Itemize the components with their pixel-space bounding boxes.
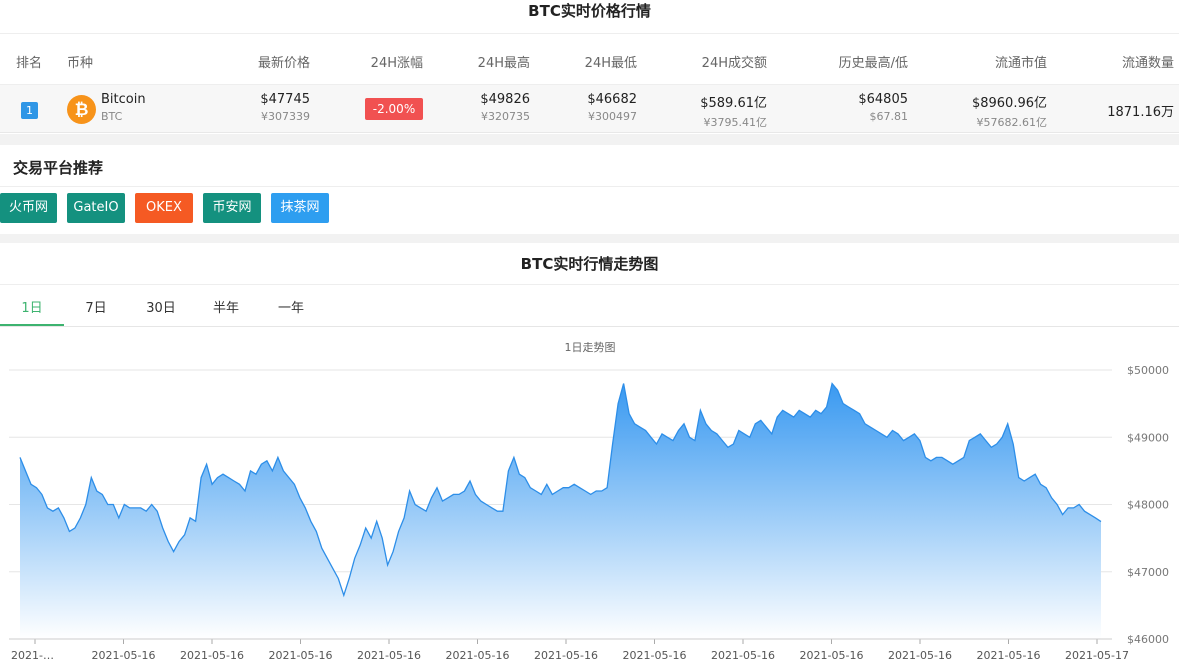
coin-symbol: BTC xyxy=(101,110,123,123)
price-trend-chart[interactable]: 1日走势图 $46000 $47000 $48000 $49000 $50000 202… xyxy=(0,330,1179,667)
x-tick-label: 2021-05-16 xyxy=(888,649,952,662)
volume-cell: $589.61亿 ¥3795.41亿 xyxy=(647,92,767,130)
atl-value: $67.81 xyxy=(869,110,909,123)
x-tick-label: 2021-… xyxy=(11,649,54,662)
x-tick-label: 2021-05-16 xyxy=(269,649,333,662)
tab-1d[interactable]: 1日 xyxy=(0,297,64,316)
y-tick-label: $47000 xyxy=(1127,566,1169,579)
coin-name-cell: Bitcoin BTC xyxy=(101,92,146,123)
header-high: 24H最高 xyxy=(477,56,530,71)
price-usd: $47745 xyxy=(260,92,310,107)
y-tick-label: $46000 xyxy=(1127,633,1169,646)
mcap-cny: ¥57682.61亿 xyxy=(976,116,1048,129)
y-tick-label: $49000 xyxy=(1127,431,1169,444)
exchange-section-title: 交易平台推荐 xyxy=(13,159,104,177)
table-header: 排名 币种 最新价格 24H涨幅 24H最高 24H最低 24H成交额 历史最高… xyxy=(0,33,1179,85)
volume-usd: $589.61亿 xyxy=(700,96,767,111)
x-tick-label: 2021-05-16 xyxy=(800,649,864,662)
exchange-button-binance[interactable]: 币安网 xyxy=(203,193,261,223)
price-cell: $47745 ¥307339 xyxy=(210,92,310,123)
volume-cny: ¥3795.41亿 xyxy=(703,116,768,129)
y-tick-label: $48000 xyxy=(1127,499,1169,512)
header-market-cap: 流通市值 xyxy=(994,56,1047,71)
low-cell: $46682 ¥300497 xyxy=(537,92,637,123)
exchange-button-huobi[interactable]: 火币网 xyxy=(0,193,57,223)
x-tick-label: 2021-05-16 xyxy=(357,649,421,662)
bitcoin-icon: ₿ xyxy=(67,95,96,124)
header-ath-atl: 历史最高/低 xyxy=(838,56,908,71)
divider xyxy=(0,186,1179,187)
header-rank: 排名 xyxy=(16,56,43,71)
y-tick-label: $50000 xyxy=(1127,364,1169,377)
supply-cell: 1871.16万 xyxy=(1054,101,1174,120)
header-price: 最新价格 xyxy=(257,56,310,71)
mcap-usd: $8960.96亿 xyxy=(971,96,1047,111)
section-divider xyxy=(0,234,1179,243)
high-usd: $49826 xyxy=(480,92,530,107)
coin-name: Bitcoin xyxy=(101,92,146,107)
low-cny: ¥300497 xyxy=(588,110,637,123)
x-tick-label: 2021-05-16 xyxy=(534,649,598,662)
header-low: 24H最低 xyxy=(584,56,637,71)
price-cny: ¥307339 xyxy=(261,110,310,123)
market-cap-cell: $8960.96亿 ¥57682.61亿 xyxy=(927,92,1047,130)
x-tick-label: 2021-05-17 xyxy=(1065,649,1129,662)
x-tick-label: 2021-05-16 xyxy=(711,649,775,662)
rank-badge: 1 xyxy=(21,102,38,119)
tab-7d[interactable]: 7日 xyxy=(66,297,126,316)
supply-value: 1871.16万 xyxy=(1107,105,1174,120)
price-section-title: BTC实时价格行情 xyxy=(528,2,651,20)
exchange-button-okex[interactable]: OKEX xyxy=(135,193,193,223)
x-tick-label: 2021-05-16 xyxy=(446,649,510,662)
header-change: 24H涨幅 xyxy=(370,56,423,71)
price-area xyxy=(20,383,1101,639)
divider xyxy=(0,284,1179,285)
section-divider xyxy=(0,134,1179,145)
high-cny: ¥320735 xyxy=(481,110,530,123)
tab-30d[interactable]: 30日 xyxy=(131,297,191,316)
x-tick-label: 2021-05-16 xyxy=(180,649,244,662)
header-coin: 币种 xyxy=(67,56,94,71)
header-volume: 24H成交额 xyxy=(701,56,767,71)
x-tick-label: 2021-05-16 xyxy=(977,649,1041,662)
high-cell: $49826 ¥320735 xyxy=(430,92,530,123)
low-usd: $46682 xyxy=(587,92,637,107)
divider xyxy=(0,326,1179,327)
change-badge: -2.00% xyxy=(365,98,423,120)
ath-atl-cell: $64805 $67.81 xyxy=(788,92,908,123)
exchange-button-gateio[interactable]: GateIO xyxy=(67,193,125,223)
x-tick-label: 2021-05-16 xyxy=(623,649,687,662)
tab-half-year[interactable]: 半年 xyxy=(196,297,256,316)
tab-one-year[interactable]: 一年 xyxy=(261,297,321,316)
chart-title: 1日走势图 xyxy=(565,341,616,354)
ath-value: $64805 xyxy=(858,92,908,107)
table-row[interactable]: 1 ₿ Bitcoin BTC $47745 ¥307339 -2.00% $4… xyxy=(0,85,1179,133)
header-supply: 流通数量 xyxy=(1121,56,1174,71)
trend-section-title: BTC实时行情走势图 xyxy=(520,255,659,273)
x-tick-label: 2021-05-16 xyxy=(92,649,156,662)
svg-text:₿: ₿ xyxy=(75,100,89,120)
exchange-button-mexc[interactable]: 抹茶网 xyxy=(271,193,329,223)
